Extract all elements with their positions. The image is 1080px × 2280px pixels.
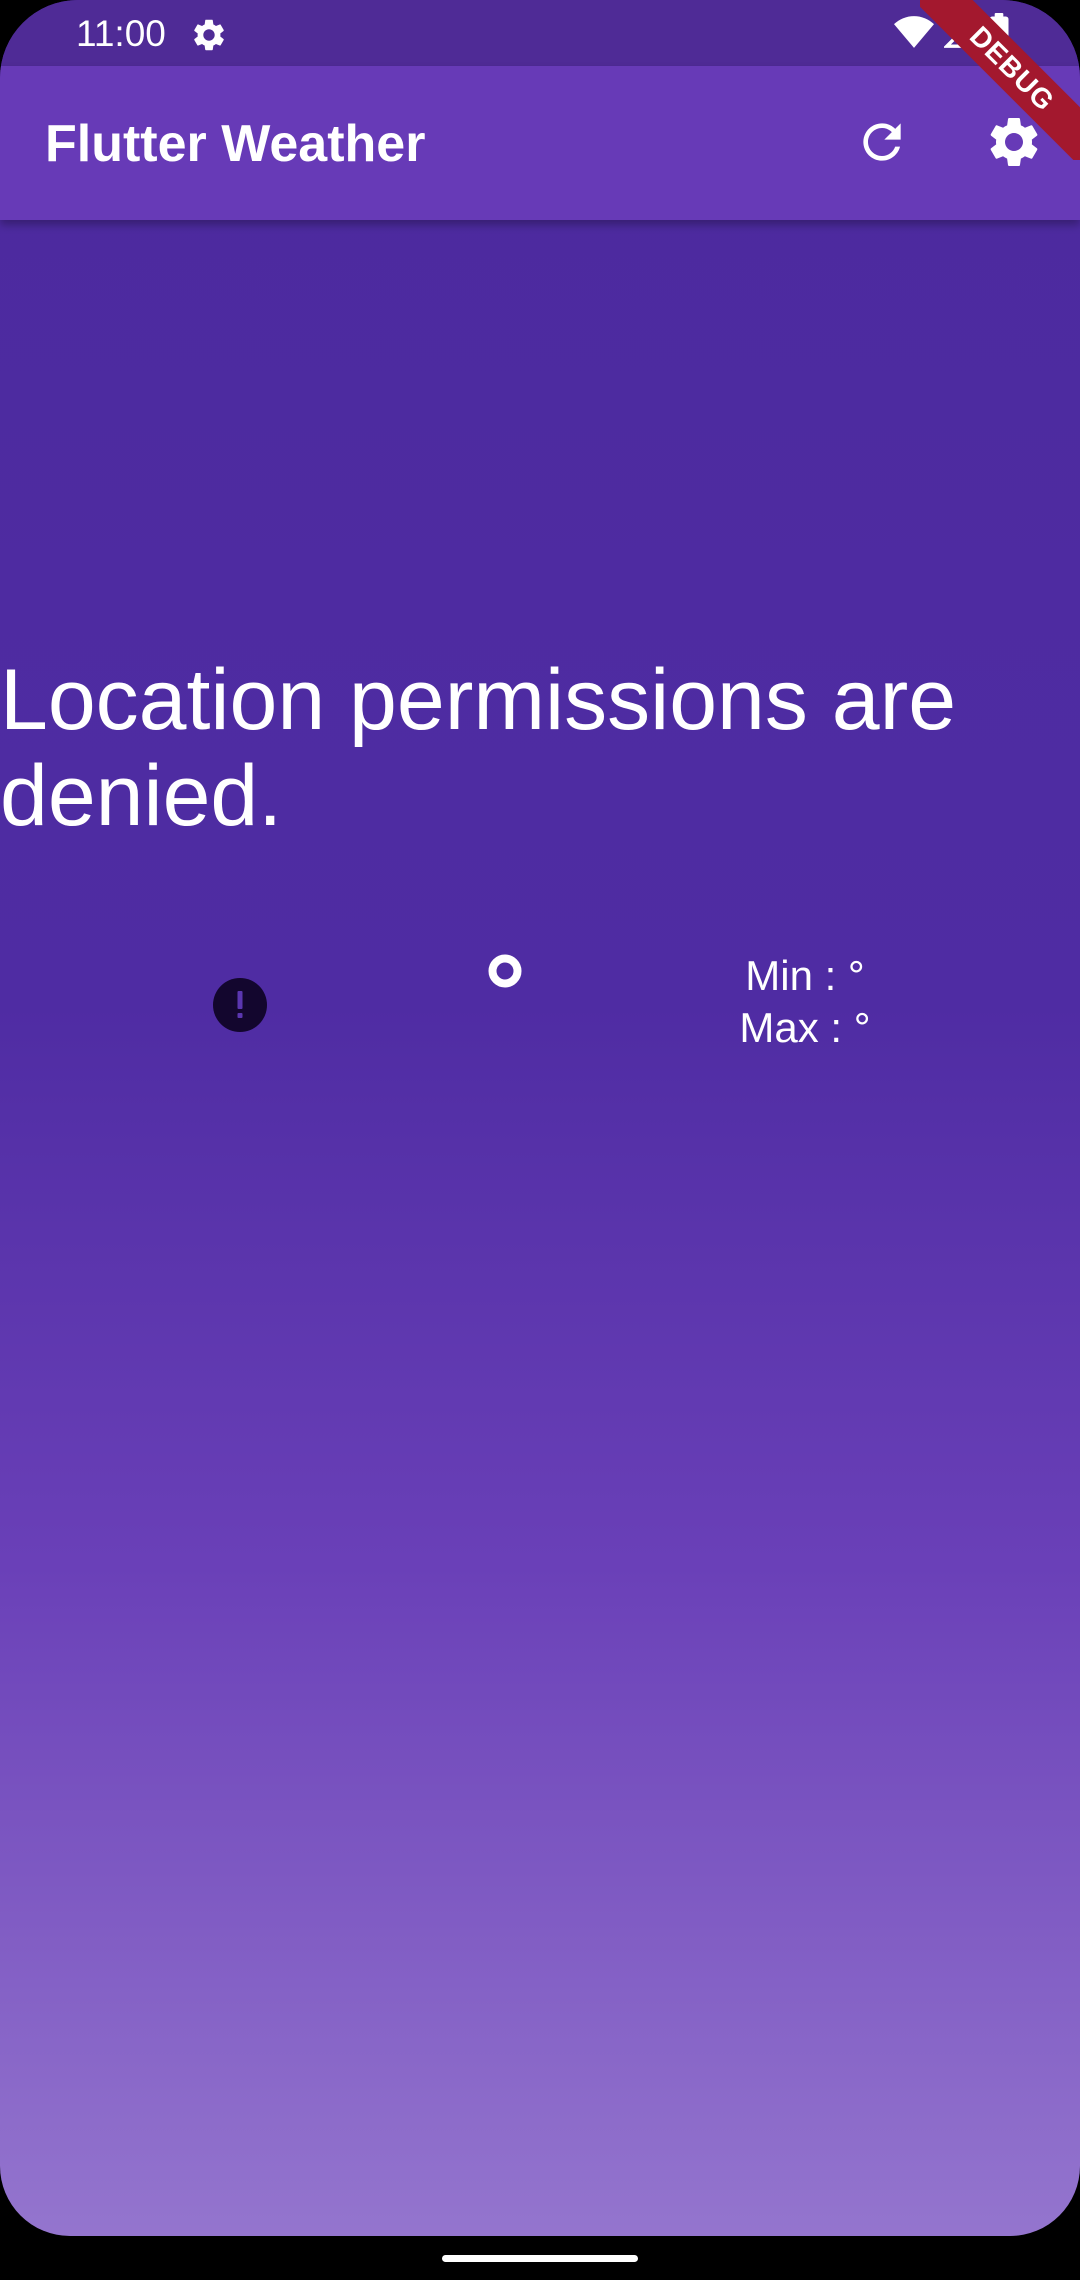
battery-icon (988, 12, 1010, 56)
app-screen: 11:00 Flutter Weather DEBUG Location per… (0, 0, 1080, 2236)
error-icon (212, 977, 268, 1033)
status-icons (894, 12, 1010, 56)
min-temperature-label: Min : ° (745, 952, 865, 999)
location-error-message: Location permissions are denied. (0, 652, 957, 844)
gesture-nav-handle[interactable] (442, 2255, 638, 2262)
degree-circle-icon (488, 954, 522, 988)
settings-button[interactable] (976, 106, 1052, 182)
wifi-icon (894, 15, 934, 54)
status-time: 11:00 (76, 13, 166, 54)
temperature-range: Min : ° Max : ° (710, 950, 900, 1054)
max-temperature-label: Max : ° (739, 1004, 871, 1051)
app-title: Flutter Weather (45, 115, 426, 173)
phone-frame: 11:00 Flutter Weather DEBUG Location per… (0, 0, 1080, 2280)
refresh-button[interactable] (844, 106, 920, 182)
settings-icon (190, 16, 228, 54)
app-bar: Flutter Weather (0, 66, 1080, 220)
refresh-icon (854, 114, 910, 175)
status-bar: 11:00 (0, 0, 1080, 66)
weather-summary: Min : ° Max : ° (0, 950, 1080, 1060)
signal-icon (942, 13, 978, 54)
settings-icon (984, 112, 1044, 177)
